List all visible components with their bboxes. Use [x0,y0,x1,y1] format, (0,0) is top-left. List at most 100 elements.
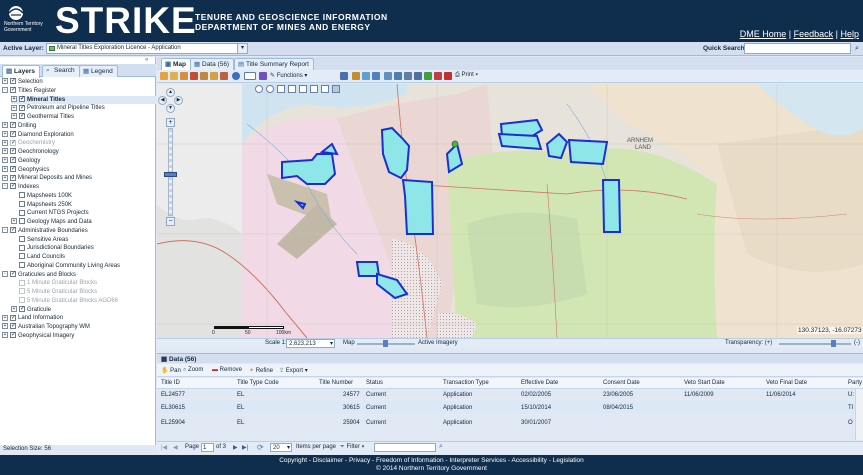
col-status[interactable]: Status [366,380,383,386]
layer-row[interactable]: Land Councils [11,253,156,262]
layer-checkbox[interactable] [19,192,25,199]
last-page-icon[interactable]: ▶| [242,444,248,451]
feedback-link[interactable]: Feedback [794,29,834,39]
grid-scrollbar[interactable] [855,389,863,440]
functions-menu[interactable]: ✎ Functions ▾ [270,72,307,79]
layer-row[interactable]: + ✓ Land Information [2,314,156,323]
info-icon[interactable] [232,72,240,80]
help-link[interactable]: Help [840,29,859,39]
export-button[interactable]: ⇪ Export ▾ [279,367,308,374]
layer-checkbox[interactable]: ✓ [10,78,16,85]
expand-icon[interactable]: + [2,139,8,146]
footer-link[interactable]: Accessibility [512,457,547,464]
layer-row[interactable]: + ✓ Graticule [11,305,156,315]
layer-row[interactable]: 1 Minute Graticular Blocks [11,279,156,288]
table-row[interactable]: EL24577 EL 24577 Current Application 02/02/20… [157,389,855,400]
layer-row[interactable]: + ✓ Geothermal Titles [11,113,156,122]
layer-checkbox[interactable]: ✓ [10,157,16,164]
dme-home-link[interactable]: DME Home [740,29,787,39]
zoom-box-icon[interactable] [190,72,198,80]
col-title-id[interactable]: Title ID [161,380,180,386]
zoom-slider-handle[interactable] [164,172,177,177]
draw-polygon-tool-icon[interactable] [310,85,318,93]
footer-link[interactable]: Privacy [349,457,370,464]
next-extent-icon[interactable] [210,72,218,80]
quick-search-input[interactable] [744,43,851,54]
layer-row[interactable]: + ✓ Geophysical Imagery [2,332,156,341]
zoom-in-button[interactable]: + [166,118,175,127]
select-tool-icon[interactable] [244,72,256,80]
layer-row[interactable]: Mapsheets 250K [11,200,156,210]
layer-checkbox[interactable]: ✓ [19,95,25,102]
draw-polygon-icon[interactable] [384,72,392,80]
layer-checkbox[interactable]: ✓ [19,104,25,111]
zoom-in-icon[interactable] [170,72,178,80]
col-effective-date[interactable]: Effective Date [521,380,558,386]
layer-row[interactable]: + ✓ Petroleum and Pipeline Titles [11,104,156,113]
layer-checkbox[interactable]: ✓ [19,305,25,312]
layer-row[interactable]: Jurisdictional Boundaries [11,244,156,253]
search-icon[interactable]: ⌕ [852,43,862,54]
previous-extent-icon[interactable] [200,72,208,80]
imagery-slider-handle[interactable] [383,340,388,347]
expand-icon[interactable]: + [2,332,8,339]
tab-title-summary[interactable]: ▤ Title Summary Report [234,58,314,70]
draw-multi-tool-icon[interactable] [321,85,329,93]
draw-circle-icon[interactable] [404,72,412,80]
print-menu[interactable]: ⎙ Print ▾ [455,72,478,79]
col-title-number[interactable]: Title Number [319,380,353,386]
pan-left-icon[interactable]: ◀ [158,96,167,105]
measure-icon[interactable] [259,72,267,80]
expand-icon[interactable]: + [2,314,8,321]
expand-icon[interactable]: + [2,78,8,85]
expand-icon[interactable]: + [2,148,8,155]
layer-row[interactable]: - ✓ Titles Register [2,87,156,96]
expand-icon[interactable]: + [11,95,17,102]
layer-checkbox[interactable] [19,218,25,225]
tab-layers[interactable]: ▤ Layers [2,65,40,78]
draw-polyline-tool-icon[interactable] [299,85,307,93]
layer-checkbox[interactable]: ✓ [10,122,16,129]
layer-checkbox[interactable]: ✓ [10,87,16,94]
pan-up-icon[interactable]: ▲ [166,88,175,97]
layer-row[interactable]: Aboriginal Community Living Areas [11,262,156,271]
layer-checkbox[interactable] [19,209,25,216]
export-map-icon[interactable] [424,72,432,80]
chevron-down-icon[interactable]: ▾ [237,44,247,53]
remove-button[interactable]: ▬ Remove [212,367,242,373]
layer-row[interactable]: Current NTGS Projects [11,209,156,218]
zoom-out-button[interactable]: − [166,217,175,226]
collapse-icon[interactable]: - [2,270,8,277]
layer-checkbox[interactable]: ✓ [10,139,16,146]
scale-select[interactable]: 2,623,213 ▾ [286,339,335,348]
layer-row[interactable]: + ✓ Mineral Titles [11,95,156,105]
layer-checkbox[interactable] [19,235,25,242]
layer-checkbox[interactable] [19,200,25,207]
col-veto-start-date[interactable]: Veto Start Date [684,380,725,386]
tab-legend[interactable]: ▦ Legend [79,65,118,77]
expand-icon[interactable]: + [2,157,8,164]
layer-checkbox[interactable]: ✓ [10,332,16,339]
draw-circle-tool-icon[interactable] [255,85,263,93]
layer-row[interactable]: - ✓ Graticules and Blocks [2,270,156,280]
layer-checkbox[interactable] [19,244,25,251]
layer-checkbox[interactable]: ✓ [10,314,16,321]
expand-icon[interactable]: + [2,122,8,129]
clear-icon[interactable] [434,72,442,80]
collapse-icon[interactable]: - [2,227,8,234]
layers-tool-icon[interactable] [340,72,348,80]
col-transaction-type[interactable]: Transaction Type [443,380,489,386]
pencil-icon[interactable] [352,72,360,80]
tab-search[interactable]: ⌕ Search [42,65,80,77]
pan-button[interactable]: ✋ Pan [161,367,181,374]
prev-page-icon[interactable]: ◀ [173,444,178,451]
layer-checkbox[interactable]: ✓ [19,113,25,120]
col-veto-final-date[interactable]: Veto Final Date [766,380,807,386]
footer-link[interactable]: Interpreter Services [449,457,506,464]
layer-row[interactable]: + ✓ Mineral Deposits and Mines [2,174,156,183]
layer-row[interactable]: - ✓ Indexes [2,183,156,192]
expand-icon[interactable]: + [11,113,17,120]
expand-icon[interactable]: + [11,104,17,111]
col-party[interactable]: Party [848,380,862,386]
expand-icon[interactable]: + [2,165,8,172]
